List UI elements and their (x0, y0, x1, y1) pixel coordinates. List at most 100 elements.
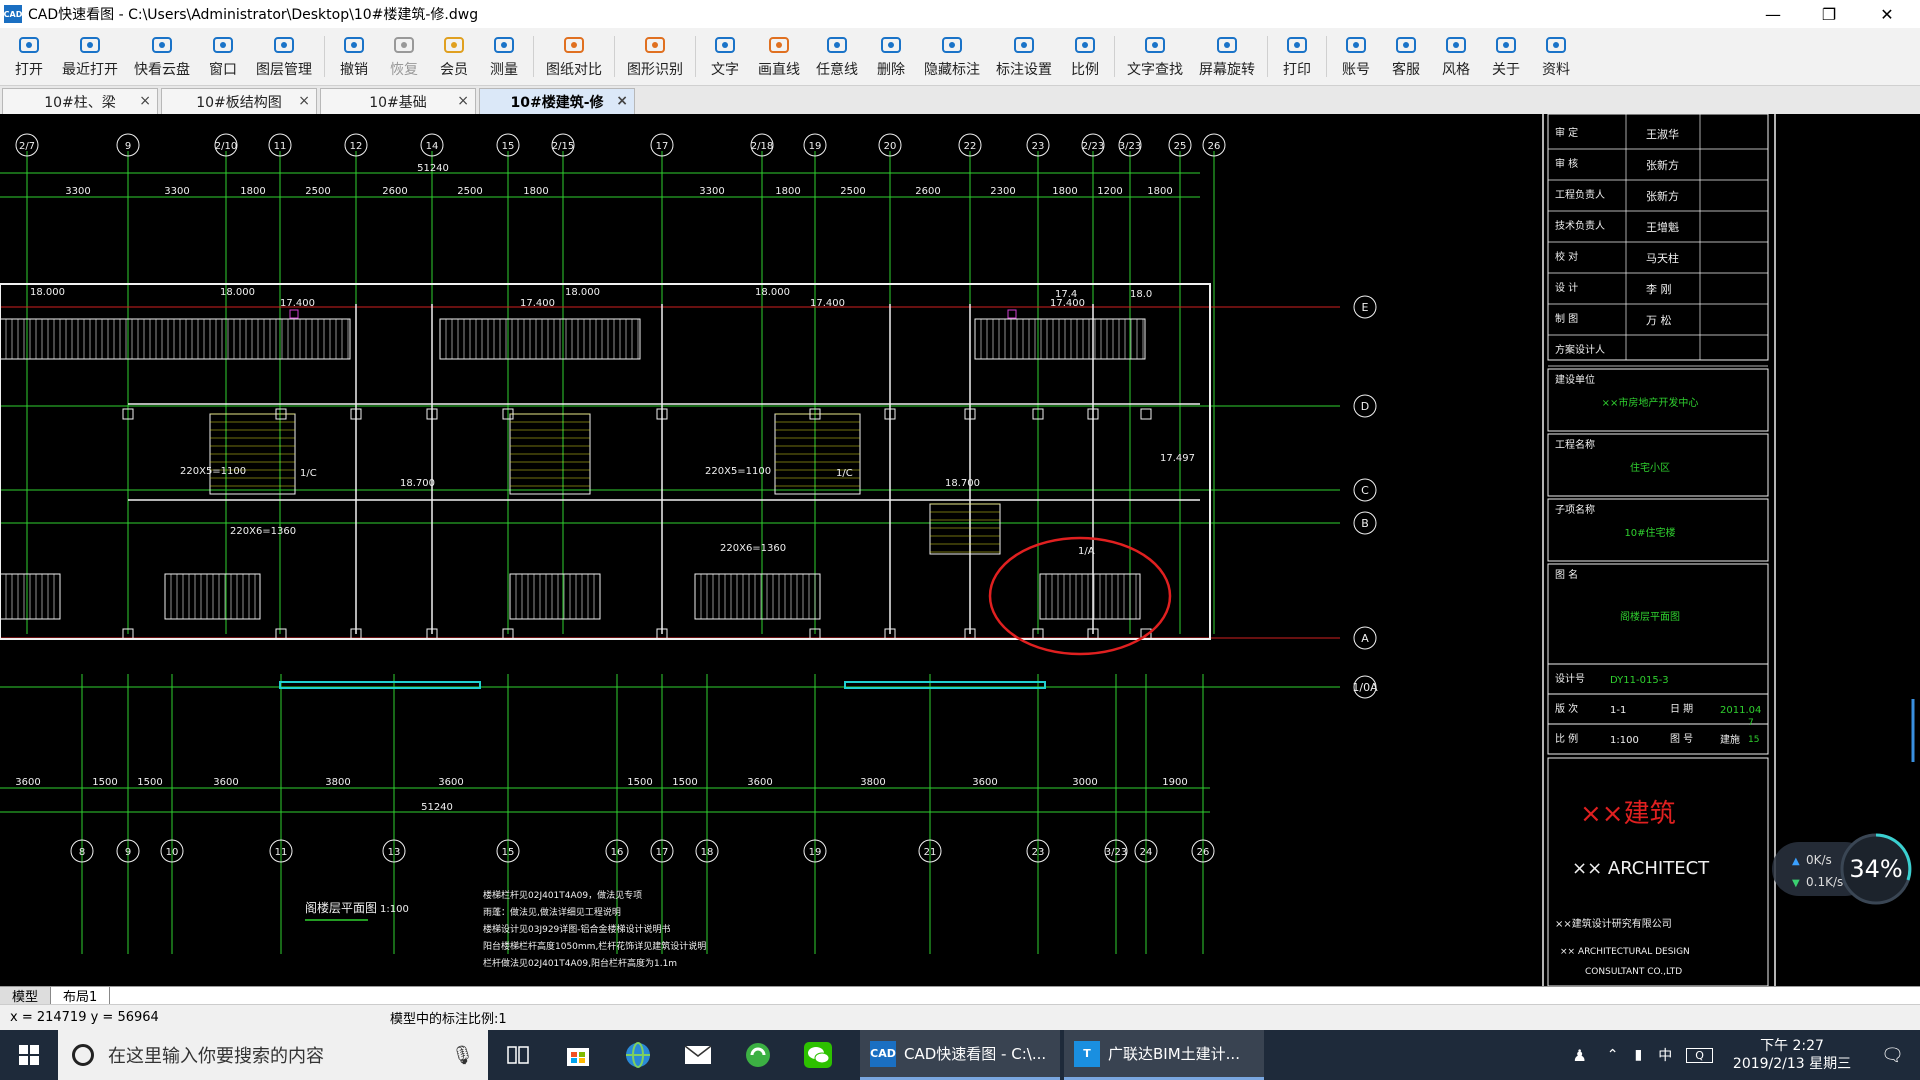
clock-date: 2019/2/13 星期三 (1732, 1056, 1852, 1072)
firm-logo-en: ×× ARCHITECT (1572, 858, 1710, 879)
mail-icon[interactable] (668, 1030, 728, 1080)
toolbar-btn-23[interactable]: 风格 (1431, 28, 1481, 85)
taskbar-search-box[interactable]: 在这里输入你要搜索的内容 🎙 (58, 1030, 488, 1080)
elevation-label: 18.000 (220, 287, 255, 298)
dim-top: 3300 (164, 186, 189, 197)
elevation-label: 18.000 (755, 287, 790, 298)
axis-label-bottom: 8 (79, 847, 85, 858)
doc-tab-2[interactable]: 10#基础 × (320, 88, 476, 114)
toolbar-btn-0[interactable]: 打开 (4, 28, 54, 85)
microphone-icon[interactable]: 🎙 (451, 1045, 474, 1066)
firm-logo-cn: ××建筑 (1580, 799, 1676, 829)
doc-tab-label: 10#柱、梁 (44, 94, 116, 111)
toolbar-label: 删除 (877, 62, 905, 78)
taskbar-app-1[interactable]: T 广联达BIM土建计... (1064, 1030, 1264, 1080)
drawing-canvas[interactable]: 2/7 9 2/10 11 12 14 15 2/15 17 2/18 19 20 22 23 2/23 3/… (0, 114, 1920, 986)
plan-scale: 1:100 (380, 904, 409, 915)
toolbar-btn-16[interactable]: 标注设置 (988, 28, 1060, 85)
browser-360-icon[interactable] (728, 1030, 788, 1080)
task-view-icon[interactable] (488, 1030, 548, 1080)
maximize-icon[interactable]: ❐ (1804, 0, 1854, 28)
layers-icon (272, 34, 296, 56)
search-placeholder: 在这里输入你要搜索的内容 (108, 1046, 324, 1067)
axis-label-bottom: 23 (1032, 847, 1045, 858)
toolbar-btn-22[interactable]: 客服 (1381, 28, 1431, 85)
toolbar-btn-21[interactable]: 账号 (1331, 28, 1381, 85)
toolbar-btn-4[interactable]: 图层管理 (248, 28, 320, 85)
toolbar-btn-24[interactable]: 关于 (1481, 28, 1531, 85)
signature-name: 张新方 (1646, 189, 1679, 203)
toolbar-btn-9[interactable]: 图纸对比 (538, 28, 610, 85)
dim-top: 1800 (1147, 186, 1172, 197)
drawing-note: 楼梯设计见03J929详图-铝合金楼梯设计说明书 (483, 923, 671, 935)
toolbar-btn-14[interactable]: 删除 (866, 28, 916, 85)
tab-close-icon[interactable]: × (139, 93, 151, 109)
dim-top: 2500 (457, 186, 482, 197)
minimize-icon[interactable]: — (1748, 0, 1798, 28)
toolbar-btn-3[interactable]: 窗口 (198, 28, 248, 85)
toolbar-btn-8[interactable]: 测量 (479, 28, 529, 85)
tab-close-icon[interactable]: × (298, 93, 310, 109)
ime-indicator[interactable]: 中 (1650, 1045, 1680, 1065)
toolbar-btn-1[interactable]: 最近打开 (54, 28, 126, 85)
elevation-label: 18.700 (945, 478, 980, 489)
people-icon[interactable]: ♟ (1560, 1046, 1598, 1065)
battery-icon[interactable]: ▮ (1627, 1047, 1651, 1063)
toolbar-btn-18[interactable]: 文字查找 (1119, 28, 1191, 85)
axis-label-bottom: 13 (388, 847, 401, 858)
toolbar-btn-11[interactable]: 文字 (700, 28, 750, 85)
toolbar-label: 会员 (440, 62, 468, 78)
notification-icon[interactable]: 🗨 (1865, 1045, 1920, 1066)
dim-bottom: 3600 (747, 777, 772, 788)
taskbar-app-label: 广联达BIM土建计... (1108, 1045, 1240, 1063)
layout-tab-1[interactable]: 布局1 (51, 986, 111, 1005)
toolbar-btn-2[interactable]: 快看云盘 (126, 28, 198, 85)
axis-label-bottom: 3/23 (1105, 847, 1127, 858)
ime-mode-icon[interactable]: Q (1686, 1047, 1713, 1063)
toolbar-btn-6[interactable]: 恢复 (379, 28, 429, 85)
compare-icon (562, 34, 586, 56)
toolbar-btn-12[interactable]: 画直线 (750, 28, 808, 85)
network-globe-icon[interactable] (608, 1030, 668, 1080)
toolbar-btn-13[interactable]: 任意线 (808, 28, 866, 85)
toolbar-btn-7[interactable]: 会员 (429, 28, 479, 85)
scale-icon (1073, 34, 1097, 56)
toolbar-label: 风格 (1442, 62, 1470, 78)
tab-close-icon[interactable]: × (616, 93, 628, 109)
balcony-rail (509, 573, 601, 620)
axis-label-right: 1/0A (1352, 681, 1378, 694)
toolbar-btn-15[interactable]: 隐藏标注 (916, 28, 988, 85)
layout-tab-0[interactable]: 模型 (0, 986, 52, 1005)
start-button[interactable] (0, 1030, 58, 1080)
taskbar-app-0[interactable]: CAD CAD快速看图 - C:\... (860, 1030, 1060, 1080)
doc-tab-3[interactable]: 10#楼建筑-修 × (479, 88, 635, 114)
elevation-label: 17.400 (280, 298, 315, 309)
window-icon (211, 34, 235, 56)
plan-annotation: 1/C (300, 468, 317, 479)
close-icon[interactable]: ✕ (1862, 0, 1912, 28)
dim-top: 2300 (990, 186, 1015, 197)
tab-close-icon[interactable]: × (457, 93, 469, 109)
store-icon[interactable] (548, 1030, 608, 1080)
windows-taskbar: 在这里输入你要搜索的内容 🎙 CAD CAD快速看图 - C:\... T 广联达BI… (0, 1030, 1920, 1080)
doc-tab-0[interactable]: 10#柱、梁 × (2, 88, 158, 114)
toolbar-btn-17[interactable]: 比例 (1060, 28, 1110, 85)
main-toolbar: 打开 最近打开 快看云盘 窗口 图层管理 撤销 恢复 会员 测量 图纸对比 图形识别 文字 画直线 任意线… (0, 28, 1920, 86)
plan-annotation: 220X5=1100 (705, 466, 771, 477)
clock[interactable]: 下午 2:27 2019/2/13 星期三 (1719, 1037, 1865, 1073)
download-speed: 0.1K/s (1806, 875, 1843, 889)
doc-tab-1[interactable]: 10#板结构图 × (161, 88, 317, 114)
chevron-up-icon[interactable]: ⌃ (1599, 1047, 1627, 1063)
toolbar-btn-25[interactable]: 资料 (1531, 28, 1581, 85)
toolbar-label: 资料 (1542, 62, 1570, 78)
window-strip (279, 681, 481, 689)
toolbar-btn-10[interactable]: 图形识别 (619, 28, 691, 85)
window-title: CAD快速看图 - C:\Users\Administrator\Desktop… (28, 7, 479, 23)
eye-hide-icon (940, 34, 964, 56)
toolbar-btn-5[interactable]: 撤销 (329, 28, 379, 85)
wechat-icon[interactable] (788, 1030, 848, 1080)
toolbar-btn-20[interactable]: 打印 (1272, 28, 1322, 85)
dim-top: 1800 (775, 186, 800, 197)
signature-role: 制 图 (1555, 312, 1578, 325)
toolbar-btn-19[interactable]: 屏幕旋转 (1191, 28, 1263, 85)
